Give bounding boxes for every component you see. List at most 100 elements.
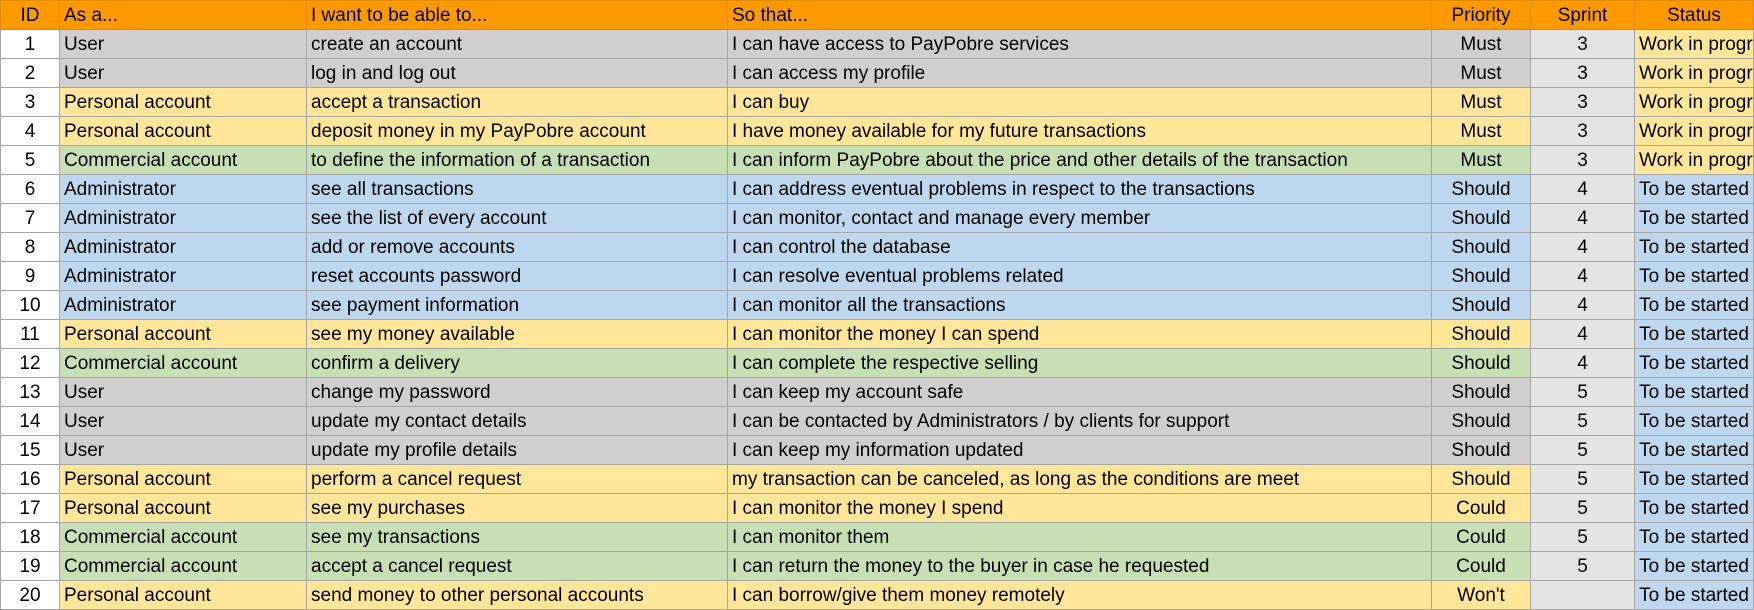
cell-role[interactable]: Personal account [59, 116, 307, 146]
cell-id[interactable]: 4 [0, 116, 60, 146]
cell-status[interactable]: To be started [1634, 580, 1754, 610]
cell-want[interactable]: deposit money in my PayPobre account [306, 116, 728, 146]
cell-status[interactable]: Work in progress [1634, 116, 1754, 146]
cell-so-that[interactable]: I can complete the respective selling [727, 348, 1432, 378]
cell-want[interactable]: add or remove accounts [306, 232, 728, 262]
cell-sprint[interactable]: 3 [1530, 87, 1635, 117]
cell-want[interactable]: send money to other personal accounts [306, 580, 728, 610]
cell-id[interactable]: 12 [0, 348, 60, 378]
cell-want[interactable]: see my money available [306, 319, 728, 349]
cell-sprint[interactable]: 5 [1530, 522, 1635, 552]
cell-priority[interactable]: Should [1431, 377, 1531, 407]
cell-priority[interactable]: Should [1431, 348, 1531, 378]
cell-id[interactable]: 14 [0, 406, 60, 436]
cell-status[interactable]: Work in progress [1634, 87, 1754, 117]
cell-role[interactable]: Administrator [59, 232, 307, 262]
header-sprint[interactable]: Sprint [1530, 0, 1635, 30]
cell-priority[interactable]: Must [1431, 87, 1531, 117]
cell-want[interactable]: accept a transaction [306, 87, 728, 117]
cell-want[interactable]: see the list of every account [306, 203, 728, 233]
cell-priority[interactable]: Should [1431, 435, 1531, 465]
cell-so-that[interactable]: I can monitor the money I spend [727, 493, 1432, 523]
cell-priority[interactable]: Should [1431, 174, 1531, 204]
cell-want[interactable]: create an account [306, 29, 728, 59]
cell-role[interactable]: Commercial account [59, 551, 307, 581]
cell-want[interactable]: see all transactions [306, 174, 728, 204]
cell-id[interactable]: 5 [0, 145, 60, 175]
cell-so-that[interactable]: my transaction can be canceled, as long … [727, 464, 1432, 494]
cell-priority[interactable]: Won't [1431, 580, 1531, 610]
cell-role[interactable]: Commercial account [59, 348, 307, 378]
cell-so-that[interactable]: I can address eventual problems in respe… [727, 174, 1432, 204]
cell-sprint[interactable]: 3 [1530, 58, 1635, 88]
cell-sprint[interactable]: 4 [1530, 174, 1635, 204]
cell-sprint[interactable]: 3 [1530, 29, 1635, 59]
header-role[interactable]: As a... [59, 0, 307, 30]
cell-status[interactable]: To be started [1634, 551, 1754, 581]
cell-so-that[interactable]: I can resolve eventual problems related [727, 261, 1432, 291]
cell-want[interactable]: to define the information of a transacti… [306, 145, 728, 175]
cell-status[interactable]: To be started [1634, 406, 1754, 436]
cell-sprint[interactable]: 4 [1530, 319, 1635, 349]
cell-want[interactable]: change my password [306, 377, 728, 407]
cell-so-that[interactable]: I can monitor them [727, 522, 1432, 552]
cell-priority[interactable]: Should [1431, 290, 1531, 320]
cell-status[interactable]: To be started [1634, 493, 1754, 523]
cell-status[interactable]: To be started [1634, 522, 1754, 552]
cell-sprint[interactable]: 3 [1530, 145, 1635, 175]
cell-sprint[interactable]: 4 [1530, 290, 1635, 320]
cell-sprint[interactable]: 5 [1530, 493, 1635, 523]
cell-priority[interactable]: Could [1431, 493, 1531, 523]
cell-so-that[interactable]: I can be contacted by Administrators / b… [727, 406, 1432, 436]
cell-priority[interactable]: Could [1431, 522, 1531, 552]
cell-id[interactable]: 2 [0, 58, 60, 88]
cell-priority[interactable]: Should [1431, 464, 1531, 494]
cell-id[interactable]: 3 [0, 87, 60, 117]
cell-status[interactable]: To be started [1634, 348, 1754, 378]
cell-status[interactable]: To be started [1634, 290, 1754, 320]
cell-role[interactable]: Personal account [59, 87, 307, 117]
cell-role[interactable]: Personal account [59, 319, 307, 349]
cell-id[interactable]: 11 [0, 319, 60, 349]
cell-status[interactable]: Work in progress [1634, 58, 1754, 88]
cell-sprint[interactable] [1530, 580, 1635, 610]
cell-status[interactable]: To be started [1634, 203, 1754, 233]
cell-sprint[interactable]: 5 [1530, 551, 1635, 581]
header-so-that[interactable]: So that... [727, 0, 1432, 30]
cell-so-that[interactable]: I can return the money to the buyer in c… [727, 551, 1432, 581]
cell-want[interactable]: perform a cancel request [306, 464, 728, 494]
cell-priority[interactable]: Must [1431, 29, 1531, 59]
cell-role[interactable]: User [59, 29, 307, 59]
cell-sprint[interactable]: 5 [1530, 435, 1635, 465]
cell-so-that[interactable]: I can keep my account safe [727, 377, 1432, 407]
cell-role[interactable]: Administrator [59, 290, 307, 320]
cell-role[interactable]: Personal account [59, 493, 307, 523]
cell-status[interactable]: To be started [1634, 232, 1754, 262]
cell-id[interactable]: 7 [0, 203, 60, 233]
cell-priority[interactable]: Should [1431, 203, 1531, 233]
cell-so-that[interactable]: I can monitor, contact and manage every … [727, 203, 1432, 233]
cell-status[interactable]: To be started [1634, 319, 1754, 349]
cell-priority[interactable]: Must [1431, 116, 1531, 146]
cell-role[interactable]: Administrator [59, 174, 307, 204]
cell-priority[interactable]: Should [1431, 261, 1531, 291]
cell-priority[interactable]: Must [1431, 145, 1531, 175]
cell-role[interactable]: User [59, 406, 307, 436]
cell-so-that[interactable]: I have money available for my future tra… [727, 116, 1432, 146]
cell-id[interactable]: 20 [0, 580, 60, 610]
cell-id[interactable]: 1 [0, 29, 60, 59]
cell-want[interactable]: see my purchases [306, 493, 728, 523]
cell-id[interactable]: 18 [0, 522, 60, 552]
cell-so-that[interactable]: I can control the database [727, 232, 1432, 262]
cell-role[interactable]: Administrator [59, 203, 307, 233]
cell-id[interactable]: 9 [0, 261, 60, 291]
cell-status[interactable]: To be started [1634, 464, 1754, 494]
cell-sprint[interactable]: 3 [1530, 116, 1635, 146]
cell-so-that[interactable]: I can borrow/give them money remotely [727, 580, 1432, 610]
cell-so-that[interactable]: I can keep my information updated [727, 435, 1432, 465]
cell-so-that[interactable]: I can monitor the money I can spend [727, 319, 1432, 349]
cell-sprint[interactable]: 5 [1530, 464, 1635, 494]
cell-role[interactable]: User [59, 58, 307, 88]
cell-so-that[interactable]: I can inform PayPobre about the price an… [727, 145, 1432, 175]
cell-want[interactable]: reset accounts password [306, 261, 728, 291]
